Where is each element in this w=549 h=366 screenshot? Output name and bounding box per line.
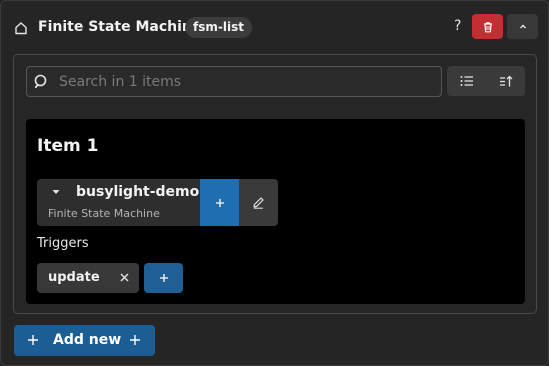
search-box[interactable] xyxy=(26,66,442,97)
fsm-selector-group: busylight-demo Finite State Machine xyxy=(37,179,278,226)
plus-icon xyxy=(159,274,168,282)
delete-button[interactable] xyxy=(472,14,503,39)
close-icon[interactable] xyxy=(119,272,130,283)
plus-icon xyxy=(130,335,140,345)
fsm-list-panel: Finite State Machine fsm-list ? Search i… xyxy=(0,0,549,366)
add-new-button[interactable]: Add new xyxy=(14,325,155,356)
sort-button[interactable] xyxy=(486,66,525,96)
view-toggle xyxy=(447,66,525,96)
panel-title: Finite State Machine xyxy=(38,19,202,35)
fsm-select[interactable]: busylight-demo Finite State Machine xyxy=(37,179,200,226)
items-container: Item 1 busylight-demo Finite State Machi… xyxy=(13,54,537,314)
list-icon xyxy=(460,76,473,86)
search-icon xyxy=(34,74,47,89)
fsm-name: busylight-demo xyxy=(76,184,200,200)
home-icon xyxy=(15,22,27,35)
item-card: Item 1 busylight-demo Finite State Machi… xyxy=(26,119,525,304)
list-view-button[interactable] xyxy=(447,66,486,96)
triggers-label: Triggers xyxy=(37,236,89,251)
fsm-type-label: Finite State Machine xyxy=(48,207,160,220)
trigger-chip[interactable]: update xyxy=(37,263,139,293)
pencil-icon xyxy=(253,197,264,209)
fsm-list-tag: fsm-list xyxy=(185,17,252,38)
search-input[interactable] xyxy=(57,67,437,96)
plus-icon xyxy=(215,198,224,207)
plus-icon xyxy=(28,335,38,345)
chevron-up-icon xyxy=(519,24,526,28)
help-icon[interactable]: ? xyxy=(454,18,461,34)
sort-icon xyxy=(499,75,512,86)
panel-header: Finite State Machine fsm-list ? xyxy=(1,11,548,45)
trash-icon xyxy=(483,21,492,32)
item-title: Item 1 xyxy=(37,136,99,156)
add-trigger-button[interactable] xyxy=(144,263,183,293)
fsm-add-button[interactable] xyxy=(200,179,239,226)
caret-down-icon xyxy=(52,190,60,194)
add-new-label: Add new xyxy=(53,332,122,348)
trigger-label: update xyxy=(48,270,100,285)
collapse-button[interactable] xyxy=(507,14,538,39)
fsm-edit-button[interactable] xyxy=(239,179,278,226)
